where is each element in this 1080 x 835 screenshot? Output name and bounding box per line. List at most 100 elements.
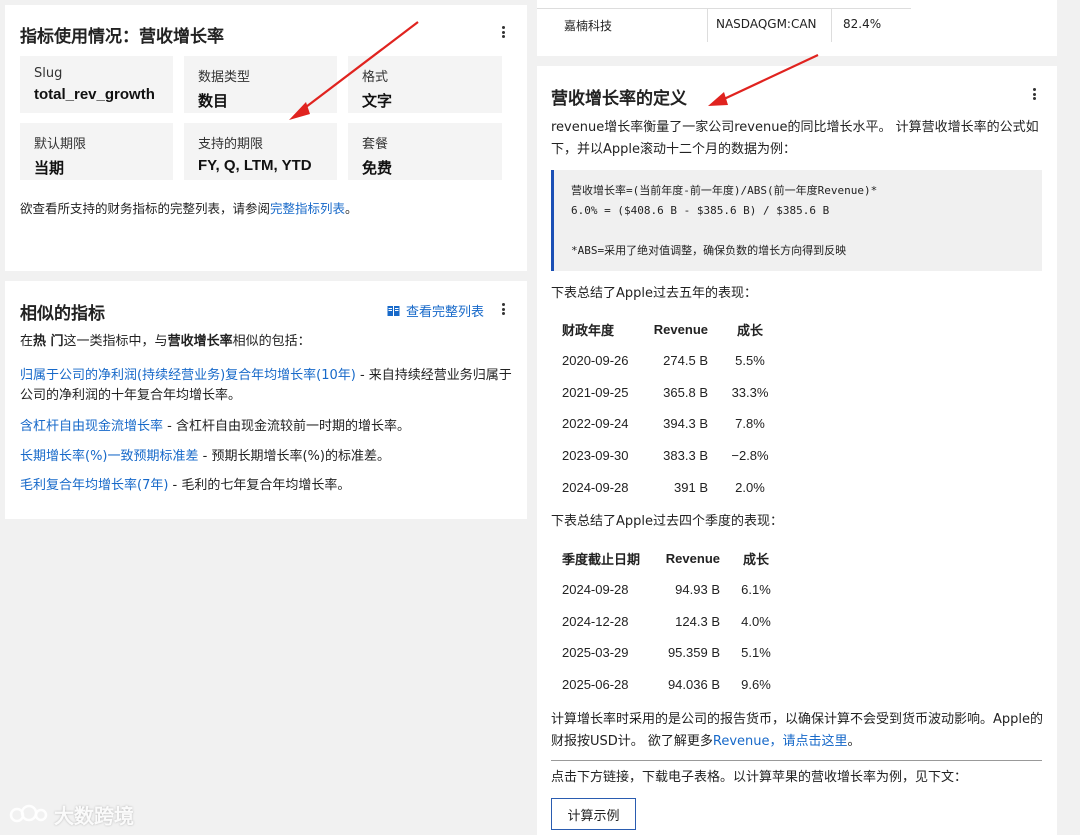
table-row: 2020-09-26 274.5 B 5.5% [552, 345, 782, 377]
cell-revenue: 383.3 B [663, 448, 708, 464]
cell-revenue: 124.3 B [675, 613, 720, 629]
cell-revenue: 95.359 B [667, 645, 720, 661]
watermark-text: 大数跨境 [54, 804, 134, 828]
peer-value: 82.4% [843, 17, 882, 31]
currency-note: 计算增长率时采用的是公司的报告货币，以确保计算不会受到货币波动影响。Apple的… [551, 709, 1044, 753]
cell-date: 2024-12-28 [562, 613, 629, 629]
similar-item: 毛利复合年均增长率(7年) - 毛利的七年复合年均增长率。 [20, 475, 350, 497]
table-row: 2023-09-30 383.3 B −2.8% [552, 440, 782, 472]
annual-table: 财政年度 Revenue 成长 2020-09-26 274.5 B 5.5% 20… [552, 313, 782, 503]
peer-ticker: NASDAQGM:CAN [707, 9, 832, 42]
note-end: 。 [345, 201, 358, 216]
view-all-button[interactable]: 查看完整列表 [387, 301, 484, 320]
quarter-table: 季度截止日期 Revenue 成长 2024-09-28 94.93 B 6.1% … [552, 542, 782, 700]
metric-list-note: 欲查看所支持的财务指标的完整列表，请参阅完整指标列表。 [20, 198, 358, 220]
tile-slug: Slug total_rev_growth [20, 56, 173, 113]
col-revenue: Revenue [665, 550, 720, 566]
cell-date: 2023-09-30 [562, 448, 629, 464]
cell-revenue: 391 B [674, 479, 708, 495]
tile-value: 数目 [198, 93, 229, 110]
definition-more-icon[interactable] [1027, 86, 1041, 102]
table-row: 2025-06-28 94.036 B 9.6% [552, 669, 782, 701]
quarter-intro: 下表总结了Apple过去四个季度的表现： [551, 514, 784, 529]
annual-intro: 下表总结了Apple过去五年的表现： [551, 286, 758, 301]
cell-revenue: 365.8 B [663, 384, 708, 400]
view-all-label: 查看完整列表 [406, 305, 485, 320]
cell-date: 2025-06-28 [562, 677, 629, 693]
tile-label: 支持的期限 [198, 137, 264, 152]
intro-text: 相似的包括： [232, 334, 311, 349]
download-note: 点击下方链接，下载电子表格。以计算苹果的营收增长率为例，见下文： [551, 770, 968, 785]
usage-card: 指标使用情况：营收增长率 Slug total_rev_growth 数据类型 … [5, 5, 527, 271]
table-row: 2021-09-25 365.8 B 33.3% [552, 377, 782, 409]
cell-growth: 9.6% [741, 677, 771, 693]
similar-intro: 在热 门这一类指标中，与营收增长率相似的包括： [20, 331, 311, 353]
cell-growth: 2.0% [735, 479, 765, 495]
similar-item: 长期增长率(%)一致预期标准差 - 预期长期增长率(%)的标准差。 [20, 446, 390, 468]
book-icon [387, 305, 400, 316]
revenue-more-link[interactable]: Revenue，请点击这里 [713, 734, 848, 749]
similar-item-link[interactable]: 长期增长率(%)一致预期标准差 [20, 449, 199, 464]
cell-date: 2024-09-28 [562, 582, 629, 598]
table-row: 2024-09-28 94.93 B 6.1% [552, 574, 782, 606]
col-fiscal-year: 财政年度 [562, 322, 615, 338]
table-row: 2024-09-28 391 B 2.0% [552, 471, 782, 503]
col-revenue: Revenue [653, 321, 708, 337]
table-row: 2025-03-29 95.359 B 5.1% [552, 637, 782, 669]
col-growth: 成长 [742, 551, 769, 567]
cell-date: 2024-09-28 [562, 479, 629, 495]
tile-label: 默认期限 [34, 137, 87, 152]
tile-format: 格式 文字 [348, 56, 502, 113]
tile-value: 免费 [362, 160, 393, 177]
tile-label: 数据类型 [198, 70, 251, 85]
usage-more-icon[interactable] [496, 24, 510, 40]
similar-item-desc: - 毛利的七年复合年均增长率。 [168, 478, 351, 493]
cell-revenue: 94.036 B [667, 677, 720, 693]
cell-growth: −2.8% [731, 448, 769, 464]
intro-metric: 营收增长率 [167, 334, 233, 349]
definition-intro: revenue增长率衡量了一家公司revenue的同比增长水平。 计算营收增长率… [551, 120, 1039, 157]
cell-revenue: 274.5 B [663, 353, 708, 369]
cell-date: 2025-03-29 [562, 645, 629, 661]
similar-item-link[interactable]: 含杠杆自由现金流增长率 [20, 419, 163, 434]
similar-item: 含杠杆自由现金流增长率 - 含杠杆自由现金流较前一时期的增长率。 [20, 416, 410, 438]
divider [551, 760, 1042, 761]
similar-item: 归属于公司的净利润(持续经营业务)复合年均增长率(10年) - 来自持续经营业务… [20, 366, 512, 406]
full-metric-list-link[interactable]: 完整指标列表 [270, 201, 345, 216]
tile-default-period: 默认期限 当期 [20, 123, 173, 180]
table-header-row: 财政年度 Revenue 成长 [552, 313, 782, 345]
cell-growth: 5.1% [741, 645, 771, 661]
table-row: 2022-09-24 394.3 B 7.8% [552, 408, 782, 440]
cell-date: 2022-09-24 [562, 416, 629, 432]
intro-text: 这一类指标中，与 [63, 334, 168, 349]
calculation-example-button[interactable]: 计算示例 [551, 798, 636, 830]
intro-text: 在 [20, 334, 34, 349]
similar-more-icon[interactable] [496, 301, 510, 317]
tile-supported-periods: 支持的期限 FY, Q, LTM, YTD [184, 123, 337, 180]
tile-value: 当期 [34, 160, 65, 177]
cell-date: 2021-09-25 [562, 384, 629, 400]
tile-label: Slug [34, 66, 63, 81]
cell-date: 2020-09-26 [562, 353, 629, 369]
table-header-row: 季度截止日期 Revenue 成长 [552, 542, 782, 574]
col-quarter-end: 季度截止日期 [562, 551, 641, 567]
cell-growth: 6.1% [741, 582, 771, 598]
peer-table-row[interactable]: 嘉楠科技 NASDAQGM:CAN 82.4% [537, 8, 911, 42]
watermark: 大数跨境 [8, 800, 134, 829]
tile-value: FY, Q, LTM, YTD [198, 157, 312, 174]
tile-value: 文字 [362, 93, 393, 110]
col-growth: 成长 [736, 322, 763, 338]
currency-end: 。 [847, 734, 861, 749]
similar-item-link[interactable]: 毛利复合年均增长率(7年) [20, 478, 168, 493]
similar-item-link[interactable]: 归属于公司的净利润(持续经营业务)复合年均增长率(10年) [20, 368, 356, 383]
cell-growth: 5.5% [735, 353, 765, 369]
similar-card: 相似的指标 查看完整列表 在热 门这一类指标中，与营收增长率相似的包括： 归属于… [5, 281, 527, 519]
table-row: 2024-12-28 124.3 B 4.0% [552, 606, 782, 638]
watermark-logo-icon [9, 804, 48, 822]
tile-value: total_rev_growth [34, 86, 155, 103]
cell-growth: 33.3% [731, 384, 769, 400]
intro-category: 热 门 [33, 334, 64, 349]
formula-block: 营收增长率=(当前年度-前一年度)/ABS(前一年度Revenue)* 6.0%… [551, 170, 1042, 271]
similar-item-desc: - 预期长期增长率(%)的标准差。 [198, 449, 390, 464]
cell-revenue: 394.3 B [663, 416, 708, 432]
